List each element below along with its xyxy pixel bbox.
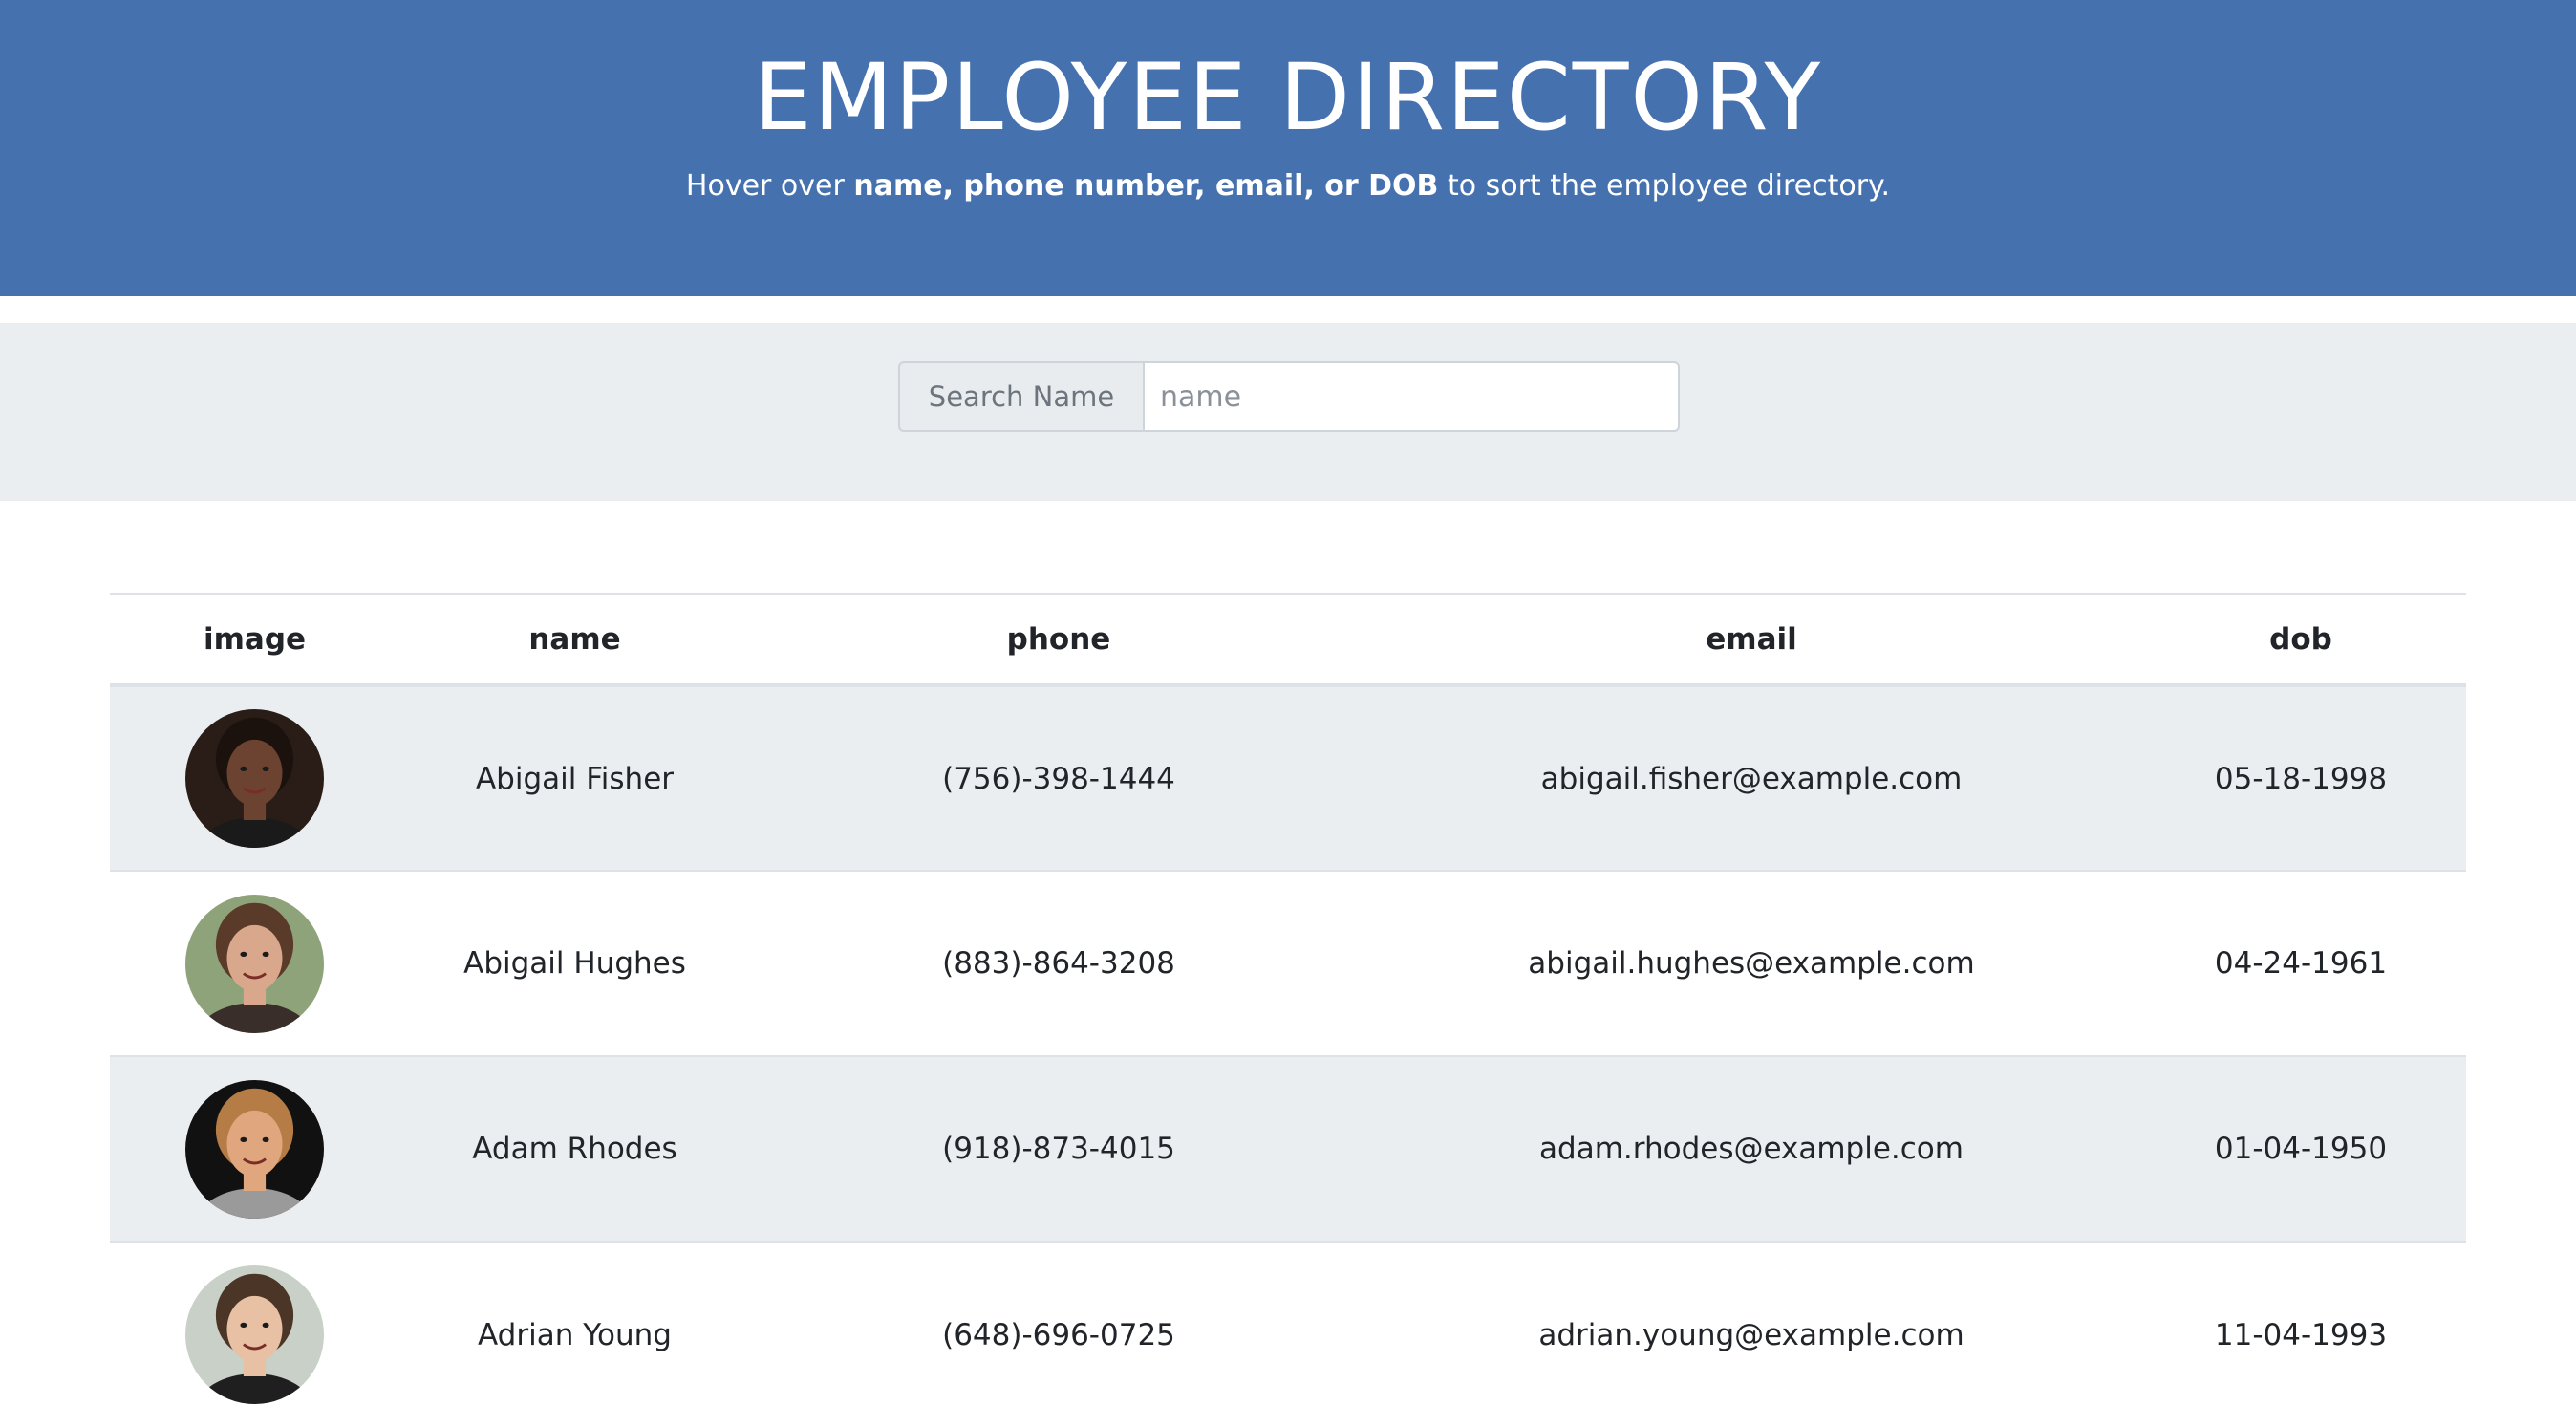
cell-dob: 01-04-1950 xyxy=(2136,1055,2466,1242)
table-row: Abigail Fisher (756)-398-1444 abigail.fish… xyxy=(110,684,2466,871)
employee-avatar xyxy=(185,1265,324,1404)
cell-image xyxy=(110,684,399,871)
cell-dob: 05-18-1998 xyxy=(2136,684,2466,871)
subtitle-prefix: Hover over xyxy=(685,169,854,203)
table-header-row: image name phone email dob xyxy=(110,593,2466,687)
search-label: Search Name xyxy=(898,361,1143,432)
table-body: Abigail Fisher (756)-398-1444 abigail.fish… xyxy=(110,684,2466,1427)
cell-email: adam.rhodes@example.com xyxy=(1367,1055,2136,1242)
cell-name: Adam Rhodes xyxy=(399,1055,750,1242)
employee-avatar xyxy=(185,1079,324,1219)
cell-email: abigail.hughes@example.com xyxy=(1367,870,2136,1056)
employee-table-wrap: image name phone email dob Abigail Fishe… xyxy=(110,593,2466,1427)
table-row: Adam Rhodes (918)-873-4015 adam.rhodes@exa… xyxy=(110,1055,2466,1242)
cell-name: Adrian Young xyxy=(399,1241,750,1427)
cell-image xyxy=(110,1241,399,1427)
search-group: Search Name xyxy=(898,361,1680,432)
table-row: Abigail Hughes (883)-864-3208 abigail.hugh… xyxy=(110,870,2466,1056)
cell-image xyxy=(110,870,399,1056)
column-header-phone[interactable]: phone xyxy=(750,593,1367,687)
subtitle-sort-fields: name, phone number, email, or DOB xyxy=(853,169,1439,203)
page-header: EMPLOYEE DIRECTORY Hover over name, phon… xyxy=(0,0,2576,296)
cell-phone: (756)-398-1444 xyxy=(750,684,1367,871)
column-header-dob[interactable]: dob xyxy=(2136,593,2466,687)
column-header-name[interactable]: name xyxy=(399,593,750,687)
cell-email: abigail.fisher@example.com xyxy=(1367,684,2136,871)
search-band: Search Name xyxy=(0,323,2576,501)
employee-avatar xyxy=(185,894,324,1033)
cell-phone: (918)-873-4015 xyxy=(750,1055,1367,1242)
column-header-email[interactable]: email xyxy=(1367,593,2136,687)
cell-dob: 04-24-1961 xyxy=(2136,870,2466,1056)
cell-name: Abigail Fisher xyxy=(399,684,750,871)
cell-phone: (648)-696-0725 xyxy=(750,1241,1367,1427)
search-name-input[interactable] xyxy=(1143,361,1680,432)
subtitle-suffix: to sort the employee directory. xyxy=(1438,169,1891,203)
cell-image xyxy=(110,1055,399,1242)
column-header-image: image xyxy=(110,593,399,687)
table-row: Adrian Young (648)-696-0725 adrian.young@e… xyxy=(110,1241,2466,1427)
employee-table: image name phone email dob Abigail Fishe… xyxy=(110,593,2466,1427)
cell-name: Abigail Hughes xyxy=(399,870,750,1056)
cell-phone: (883)-864-3208 xyxy=(750,870,1367,1056)
cell-email: adrian.young@example.com xyxy=(1367,1241,2136,1427)
page-title: EMPLOYEE DIRECTORY xyxy=(753,44,1823,151)
page-subtitle: Hover over name, phone number, email, or… xyxy=(0,166,2576,206)
cell-dob: 11-04-1993 xyxy=(2136,1241,2466,1427)
employee-avatar xyxy=(185,709,324,848)
